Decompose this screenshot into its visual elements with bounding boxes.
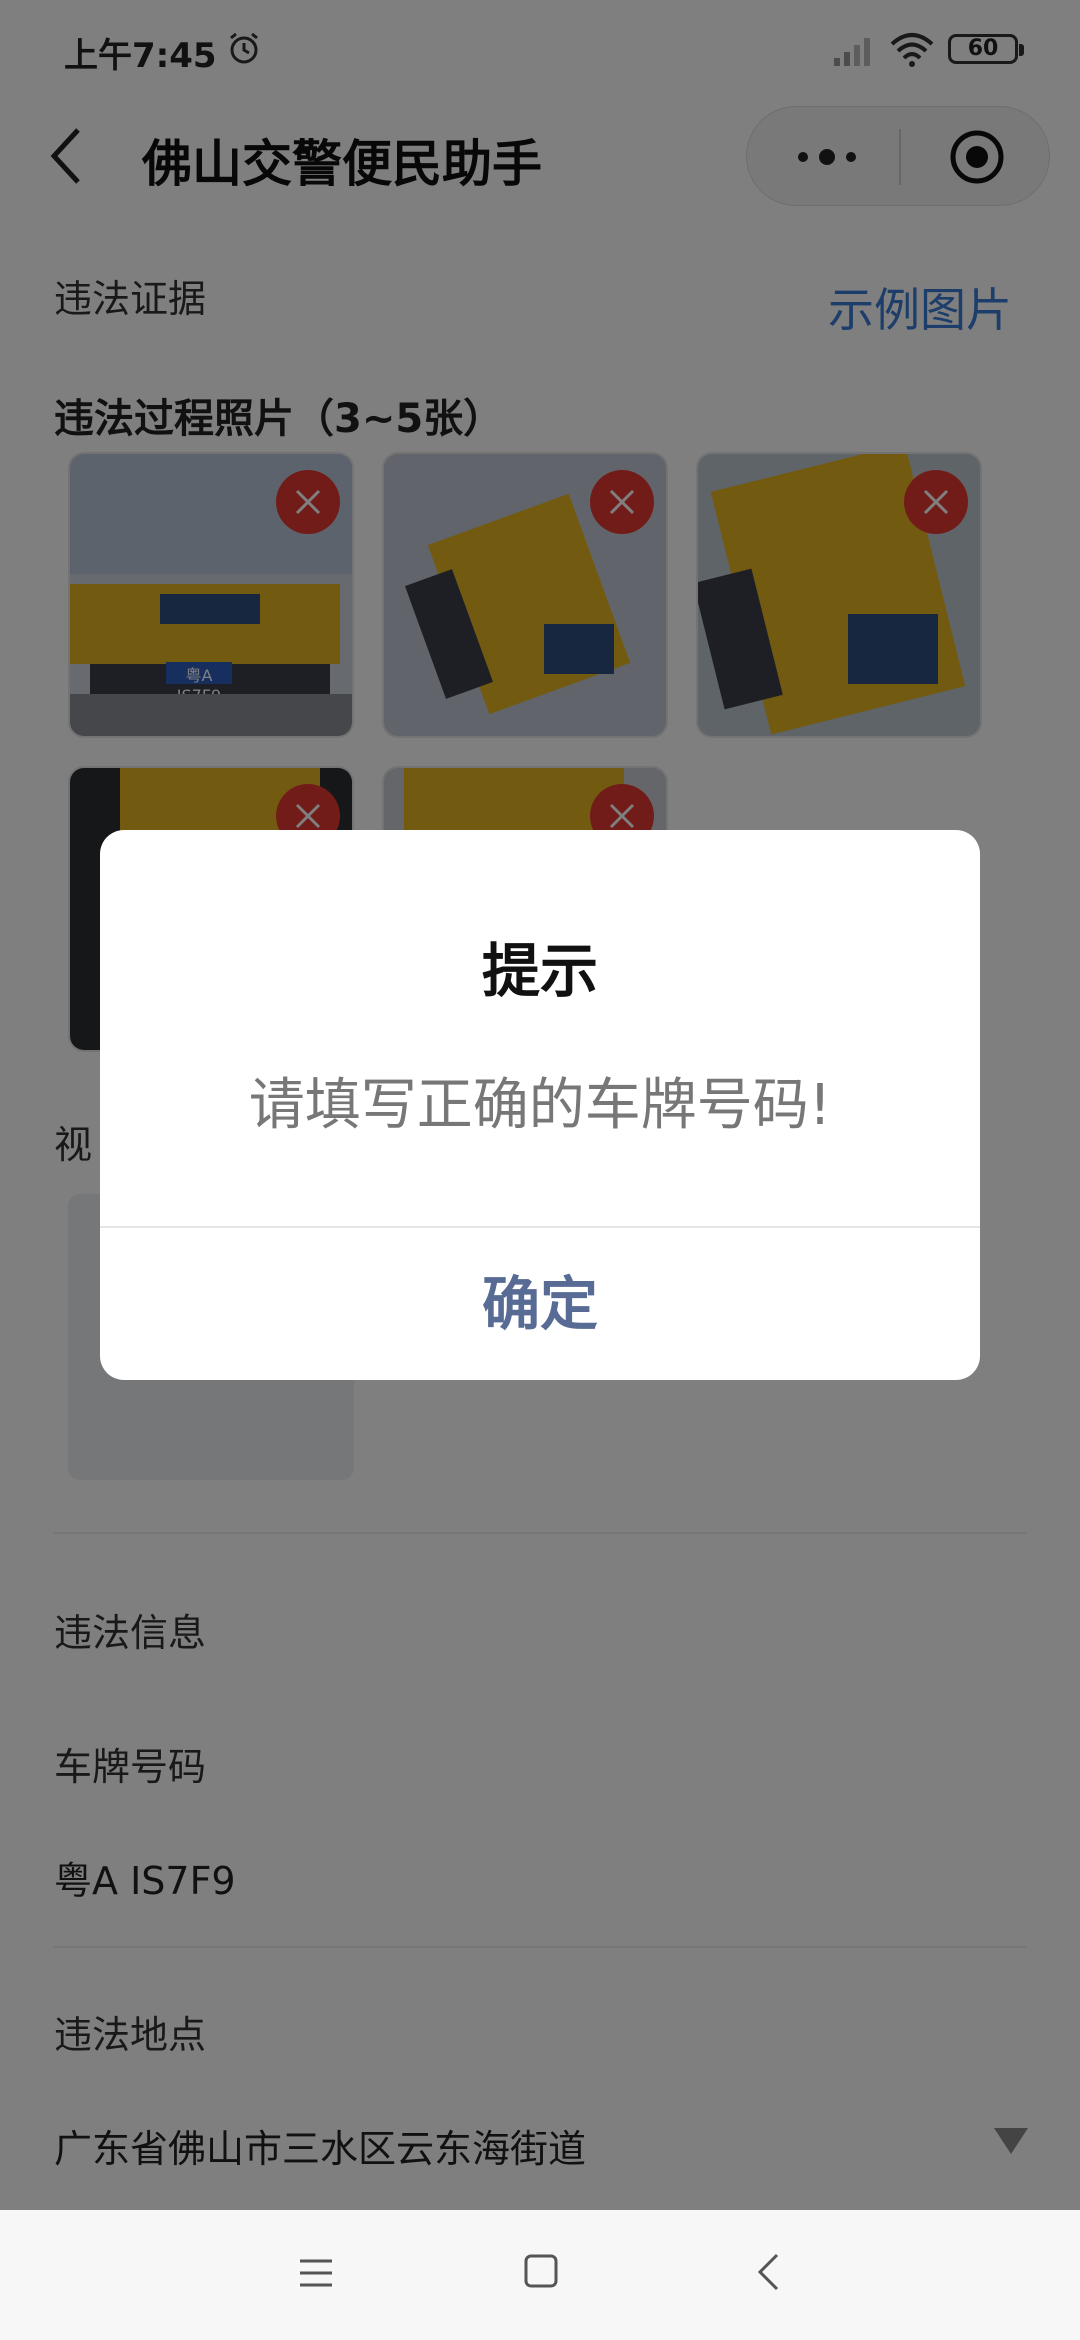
dialog-title: 提示 [481,937,598,1005]
back-arrow-icon[interactable] [756,2252,780,2292]
menu-icon[interactable] [298,2256,334,2290]
alert-dialog: 提示 请填写正确的车牌号码! 确定 [100,830,980,1380]
dialog-message: 请填写正确的车牌号码! [248,1073,832,1138]
home-square-icon[interactable] [524,2254,558,2288]
confirm-button[interactable]: 确定 [100,1228,980,1380]
